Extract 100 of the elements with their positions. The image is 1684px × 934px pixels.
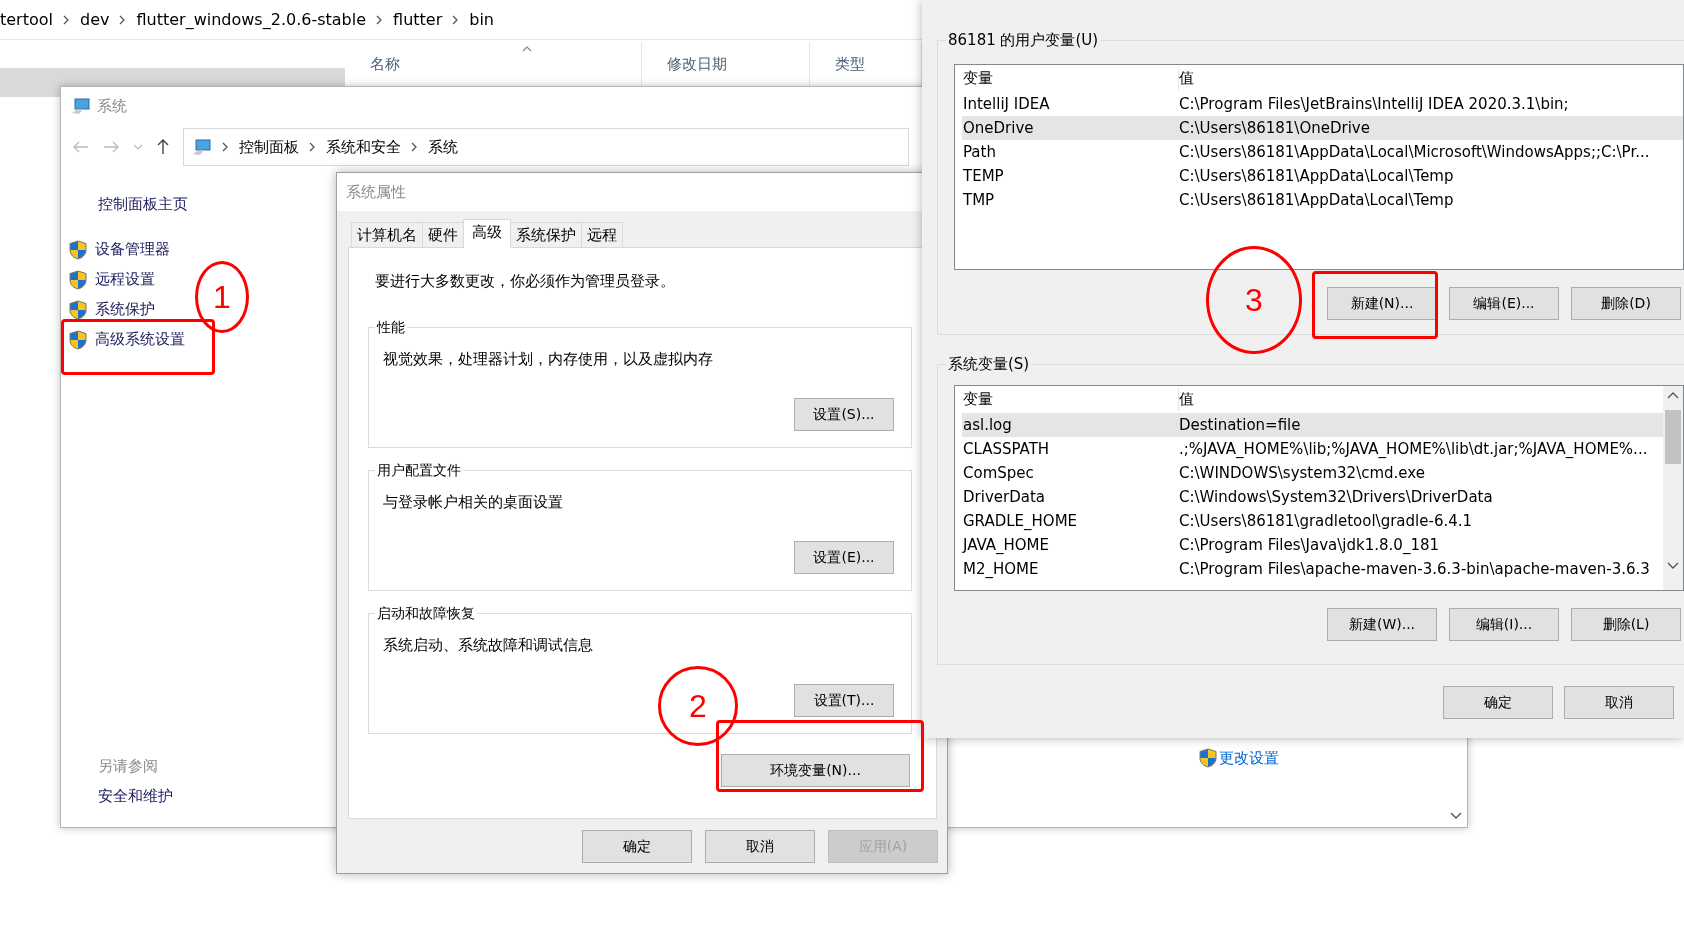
nav-link[interactable]: 系统保护 [95,298,155,321]
table-cell-text: DriverData [962,486,1046,508]
address-segment[interactable]: 系统 [428,135,458,159]
dialog-button[interactable]: 删除(L) [1571,608,1681,641]
nav-link[interactable]: 安全和维护 [69,784,321,807]
group-description: 系统启动、系统故障和调试信息 [383,634,594,656]
table-row[interactable]: TMP C:\Users\86181\AppData\Local\Temp [962,188,1683,212]
table-row[interactable]: Path C:\Users\86181\AppData\Local\Microsoft\WindowsApps;;C:\Pr... [962,140,1683,164]
tab[interactable]: 高级 [463,219,511,248]
table-row[interactable]: M2_HOME C:\Program Files\apache-maven-3.6.3-bin\apache-maven-3.6.3 [962,557,1663,581]
table-cell-text: C:\Users\86181\gradletool\gradle-6.4.1 [1179,510,1473,532]
dialog-button[interactable]: 新建(W)... [1327,608,1437,641]
address-segment[interactable]: 系统和安全 [326,135,401,159]
table-cell-text: M2_HOME [962,558,1040,580]
table-row[interactable]: DriverData C:\Windows\System32\Drivers\DriverData [962,485,1663,509]
environment-variables-button[interactable]: 环境变量(N)... [721,753,910,787]
table-cell-text: C:\WINDOWS\system32\cmd.exe [1179,462,1425,484]
group-description: 视觉效果，处理器计划，内存使用，以及虚拟内存 [383,348,714,370]
settings-button[interactable]: 设置(T)... [794,683,894,717]
step-number: 2 [658,666,738,746]
notice-text: 要进行大多数更改，你必须作为管理员登录。 [375,271,676,292]
column-header[interactable]: 变量 [962,388,1179,411]
settings-button[interactable]: 设置(E)... [794,540,894,574]
column-header[interactable]: 变量 [962,67,1179,90]
table-cell-text: C:\Program Files\JetBrains\IntelliJ IDEA 2020.3.1\bin; [1179,93,1569,115]
table-row[interactable]: CLASSPATH .;%JAVA_HOME%\lib;%JAVA_HOME%\lib\dt.jar;%JAVA_HOME%... [962,437,1663,461]
sort-caret-icon [522,46,532,52]
table-row[interactable]: ComSpec C:\WINDOWS\system32\cmd.exe [962,461,1663,485]
shield-icon [69,299,87,320]
address-bar[interactable]: 控制面板 系统和安全 系统 [183,128,909,166]
breadcrumb-item[interactable]: bin [469,7,494,32]
table-row[interactable]: OneDrive C:\Users\86181\OneDrive [962,116,1683,140]
dialog-button[interactable]: 取消 [705,830,815,863]
table-cell-text: CLASSPATH [962,438,1051,460]
column-header[interactable]: 值 [1179,67,1194,90]
table-cell-text: TMP [962,189,996,211]
nav-link[interactable]: 远程设置 [95,268,155,291]
settings-link[interactable]: 更改设置 [1219,747,1279,770]
dialog-button[interactable]: 编辑(I)... [1449,608,1559,641]
table-row[interactable]: JAVA_HOME C:\Program Files\Java\jdk1.8.0_181 [962,533,1663,557]
table-cell-text: C:\Users\86181\AppData\Local\Temp [1179,189,1454,211]
chevron-icon [63,14,70,25]
scroll-down-icon[interactable] [1450,812,1462,820]
table-cell-text: C:\Users\86181\OneDrive [1179,117,1370,139]
breadcrumb-item[interactable]: tertool [0,7,53,32]
window-title: 系统 [97,95,127,117]
table-row[interactable]: asl.log Destination=file [962,413,1663,437]
chevron-icon [411,142,418,152]
table-row[interactable]: TEMP C:\Users\86181\AppData\Local\Temp [962,164,1683,188]
column-header[interactable]: 值 [1179,388,1194,411]
table-cell-text: JAVA_HOME [962,534,1051,556]
tab[interactable]: 远程 [581,222,623,247]
section-label: 另请参阅 [97,755,159,777]
table-row[interactable]: GRADLE_HOME C:\Users\86181\gradletool\gradle-6.4.1 [962,509,1663,533]
table-cell-text: ComSpec [962,462,1035,484]
shield-icon [1199,748,1217,769]
computer-icon [192,138,212,156]
variable-list[interactable] [954,64,1684,270]
shield-icon [69,239,87,260]
address-segment[interactable]: 控制面板 [239,135,299,159]
table-cell-text: Destination=file [1179,414,1301,436]
breadcrumb-item[interactable]: flutter [393,7,443,32]
chevron-icon [119,14,127,25]
dialog-button[interactable]: 确定 [1443,686,1553,719]
tab[interactable]: 计算机名 [351,222,423,247]
table-cell-text: C:\Program Files\Java\jdk1.8.0_181 [1179,534,1440,556]
table-cell-text: Path [962,141,997,163]
table-cell-text: OneDrive [962,117,1035,139]
shield-icon [69,329,87,350]
variable-list[interactable] [954,385,1684,591]
group-description: 与登录帐户相关的桌面设置 [383,491,564,513]
step-number: 1 [195,261,249,333]
breadcrumb-item[interactable]: dev [80,7,110,32]
dialog-button[interactable]: 取消 [1564,686,1674,719]
nav-link[interactable]: 设备管理器 [95,238,170,261]
settings-button[interactable]: 设置(S)... [794,397,894,431]
nav-link[interactable]: 控制面板主页 [69,193,321,235]
dialog-button[interactable]: 新建(N)... [1327,287,1437,320]
table-cell-text: C:\Windows\System32\Drivers\DriverData [1179,486,1493,508]
step-number: 3 [1206,246,1302,354]
dialog-button[interactable]: 删除(D) [1571,287,1681,320]
chevron-icon [222,142,229,152]
shield-icon [69,269,87,290]
table-cell-text: C:\Users\86181\AppData\Local\Microsoft\WindowsApps;;C:\Pr... [1179,141,1650,163]
dialog-button[interactable]: 编辑(E)... [1449,287,1559,320]
up-arrow-icon[interactable] [157,139,169,155]
table-cell-text: IntelliJ IDEA [962,93,1051,115]
chevron-icon [376,14,384,25]
scrollbar[interactable] [1663,386,1683,590]
breadcrumb-item[interactable]: flutter_windows_2.0.6-stable [136,7,367,32]
table-cell-text: .;%JAVA_HOME%\lib;%JAVA_HOME%\lib\dt.jar;%JAVA_HOME%... [1179,438,1648,460]
table-cell-text: GRADLE_HOME [962,510,1079,532]
dialog-button[interactable]: 确定 [582,830,692,863]
chevron-icon [452,14,460,25]
nav-link[interactable]: 高级系统设置 [95,328,185,351]
table-row[interactable]: IntelliJ IDEA C:\Program Files\JetBrains\IntelliJ IDEA 2020.3.1\bin; [962,92,1683,116]
table-cell-text: C:\Users\86181\AppData\Local\Temp [1179,165,1454,187]
table-cell-text: C:\Program Files\apache-maven-3.6.3-bin\apache-maven-3.6.3 [1179,558,1650,580]
table-cell-text: TEMP [962,165,1005,187]
chevron-icon [309,142,316,152]
